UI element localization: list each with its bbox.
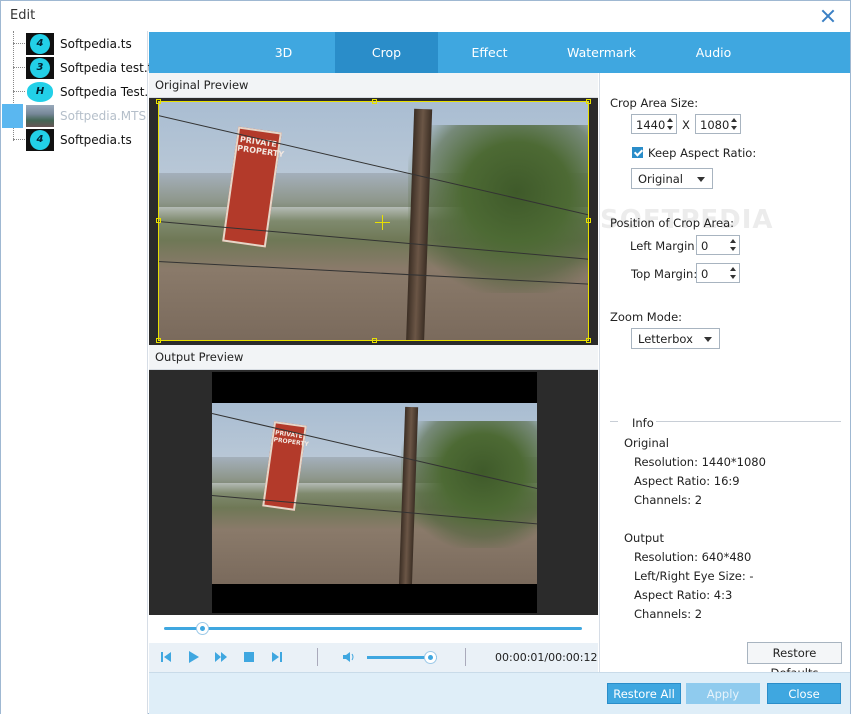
restore-all-button[interactable]: Restore All: [607, 683, 681, 704]
output-eye-size: Left/Right Eye Size: -: [634, 569, 754, 583]
file-name: Softpedia.MTS: [60, 109, 147, 123]
skip-back-icon[interactable]: [158, 649, 174, 665]
crop-position-label: Position of Crop Area:: [610, 216, 735, 230]
file-name: Softpedia.ts: [60, 37, 132, 51]
progress-bar[interactable]: [164, 627, 582, 630]
crop-handle[interactable]: [156, 99, 161, 104]
original-resolution: Resolution: 1440*1080: [634, 455, 766, 469]
left-margin-label: Left Margin:: [630, 239, 699, 253]
apply-button[interactable]: Apply: [686, 683, 760, 704]
crop-width-stepper[interactable]: 1440: [631, 114, 677, 134]
output-aspect-ratio: Aspect Ratio: 4:3: [634, 588, 733, 602]
file-list-sidebar: 4 Softpedia.ts 3 Softpedia test.ts H Sof…: [1, 31, 159, 714]
file-thumbnail: 4: [26, 33, 54, 55]
tab-watermark[interactable]: Watermark: [541, 32, 662, 73]
selection-marker: [2, 104, 23, 128]
output-preview-video: PRIVATE PROPERTY: [149, 370, 598, 615]
crop-handle[interactable]: [372, 338, 377, 343]
window-title: Edit: [10, 8, 36, 23]
crop-handle[interactable]: [156, 338, 161, 343]
dialog-footer: Restore All Apply Close: [149, 672, 850, 714]
crop-selection-box[interactable]: [156, 99, 591, 343]
output-channels: Channels: 2: [634, 607, 703, 621]
skip-forward-icon[interactable]: [269, 649, 285, 665]
output-video-frame: PRIVATE PROPERTY: [212, 403, 537, 584]
original-preview-header: Original Preview: [149, 73, 598, 98]
dimension-separator: X: [682, 118, 690, 132]
output-preview-header: Output Preview: [149, 345, 598, 370]
crop-handle[interactable]: [372, 99, 377, 104]
spinner-arrows-icon[interactable]: [666, 117, 674, 131]
file-list-item-selected[interactable]: Softpedia.MTS: [1, 104, 147, 128]
original-aspect-ratio: Aspect Ratio: 16:9: [634, 474, 740, 488]
file-list-item[interactable]: 4 Softpedia.ts: [1, 128, 147, 152]
file-thumbnail: 3: [26, 57, 54, 79]
info-header: Info: [630, 416, 656, 430]
top-margin-stepper[interactable]: 0: [696, 263, 740, 283]
tab-audio[interactable]: Audio: [662, 32, 765, 73]
tab-3d[interactable]: 3D: [232, 32, 335, 73]
file-thumbnail: [26, 105, 54, 127]
info-divider: [644, 421, 841, 422]
volume-handle[interactable]: [424, 651, 437, 664]
crop-center-icon[interactable]: [375, 215, 390, 230]
file-list-item[interactable]: 4 Softpedia.ts: [1, 32, 147, 56]
file-thumbnail: H: [26, 81, 54, 103]
file-thumbnail: 4: [26, 129, 54, 151]
control-bar: 00:00:01/00:00:12: [149, 643, 598, 672]
file-name: Softpedia Test...: [60, 85, 156, 99]
crop-height-stepper[interactable]: 1080: [695, 114, 741, 134]
keep-aspect-checkbox[interactable]: [632, 147, 643, 158]
edit-tabs: 3D Crop Effect Watermark Audio: [149, 32, 850, 73]
player-controls: 00:00:01/00:00:12: [149, 615, 598, 672]
timecode: 00:00:01/00:00:12: [495, 651, 598, 664]
keep-aspect-label: Keep Aspect Ratio:: [648, 146, 757, 160]
stop-icon[interactable]: [241, 649, 257, 665]
file-name: Softpedia.ts: [60, 133, 132, 147]
output-resolution: Resolution: 640*480: [634, 550, 752, 564]
crop-handle[interactable]: [586, 338, 591, 343]
spinner-arrows-icon[interactable]: [730, 117, 738, 131]
top-margin-label: Top Margin:: [631, 267, 698, 281]
left-margin-stepper[interactable]: 0: [696, 235, 740, 255]
close-button[interactable]: Close: [767, 683, 841, 704]
progress-handle[interactable]: [195, 622, 209, 635]
restore-defaults-button[interactable]: Restore Defaults: [747, 642, 842, 680]
crop-handle[interactable]: [586, 218, 591, 223]
original-preview-video: PRIVATE PROPERTY: [149, 98, 598, 345]
file-list-item[interactable]: H Softpedia Test...: [1, 80, 156, 104]
spinner-arrows-icon[interactable]: [729, 266, 737, 280]
volume-icon[interactable]: [341, 649, 357, 665]
spinner-arrows-icon[interactable]: [729, 238, 737, 252]
crop-area-size-label: Crop Area Size:: [610, 96, 699, 110]
close-icon[interactable]: [818, 6, 838, 26]
file-name: Softpedia test.ts: [60, 61, 159, 75]
chevron-down-icon: [697, 177, 705, 182]
crop-settings-panel: SOFTPEDIA Crop Area Size: 1440 X 1080 Ke…: [599, 73, 850, 680]
preview-pane: Original Preview PRIVATE PROPERTY Output…: [149, 73, 598, 643]
crop-handle[interactable]: [586, 99, 591, 104]
original-channels: Channels: 2: [634, 493, 703, 507]
zoom-mode-label: Zoom Mode:: [610, 310, 683, 324]
fast-forward-icon[interactable]: [213, 649, 229, 665]
chevron-down-icon: [704, 337, 712, 342]
crop-handle[interactable]: [156, 218, 161, 223]
zoom-mode-select[interactable]: Letterbox: [631, 328, 720, 349]
output-info-header: Output: [624, 531, 664, 545]
edit-window: Edit 4 Softpedia.ts 3 Softpedia test.ts …: [0, 0, 851, 714]
title-bar: Edit: [1, 1, 850, 31]
aspect-ratio-select[interactable]: Original: [631, 168, 713, 189]
file-list-item[interactable]: 3 Softpedia test.ts: [1, 56, 159, 80]
original-info-header: Original: [624, 436, 670, 450]
tab-crop[interactable]: Crop: [335, 32, 438, 73]
tab-effect[interactable]: Effect: [438, 32, 541, 73]
play-icon[interactable]: [185, 649, 201, 665]
